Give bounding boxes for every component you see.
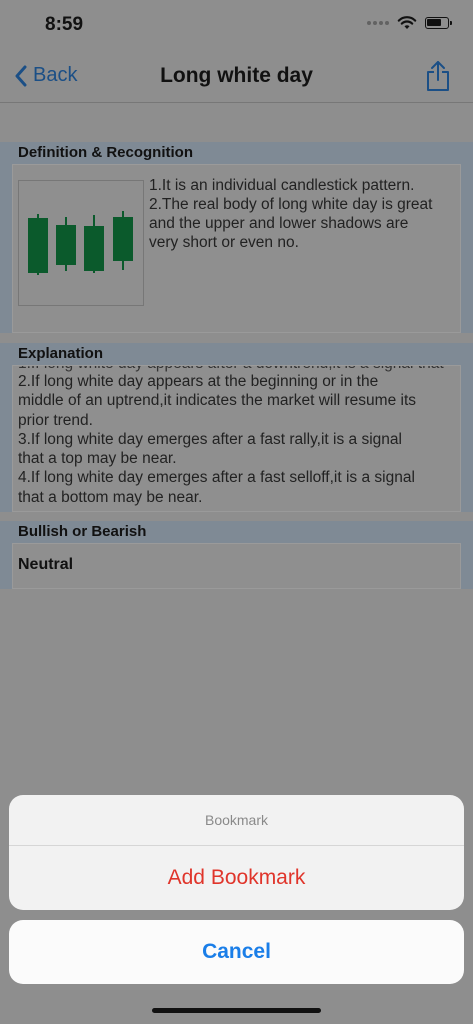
definition-header: Definition & Recognition <box>18 144 193 161</box>
definition-line: 1.It is an individual candlestick patter… <box>149 177 415 194</box>
explanation-line: 3.If long white day emerges after a fast… <box>18 430 402 448</box>
status-time: 8:59 <box>45 14 84 35</box>
explanation-line: 2.If long white day appears at the begin… <box>18 373 379 390</box>
signal-icon <box>367 21 389 25</box>
definition-line: 2.The real body of long white day is gre… <box>149 196 433 213</box>
explanation-section: Explanation 1.If long white day appears … <box>0 343 473 512</box>
bookmark-action-sheet: Bookmark Add Bookmark <box>9 795 464 910</box>
definition-line: very short or even no. <box>149 234 299 251</box>
add-bookmark-button[interactable]: Add Bookmark <box>9 846 464 910</box>
explanation-line: that a top may be near. <box>18 450 177 468</box>
share-button[interactable] <box>425 60 451 97</box>
definition-body: 1.It is an individual candlestick patter… <box>12 164 461 333</box>
candlestick-image <box>18 180 144 306</box>
wifi-icon <box>397 16 417 29</box>
explanation-line: that a bottom may be near. <box>18 488 203 506</box>
battery-icon <box>425 17 452 29</box>
definition-text: 1.It is an individual candlestick patter… <box>149 176 454 252</box>
candlestick-pattern-graphic <box>28 211 133 275</box>
status-icons <box>367 16 452 30</box>
navigation-bar: Back Long white day <box>0 50 473 103</box>
action-sheet-title: Bookmark <box>9 795 464 846</box>
cancel-button[interactable]: Cancel <box>9 920 464 984</box>
explanation-body[interactable]: 1.If long white day appears after a down… <box>12 365 461 512</box>
sentiment-value: Neutral <box>18 556 74 573</box>
definition-section: Definition & Recognition 1.It is an indi… <box>0 142 473 333</box>
explanation-text: 2.If long white day appears at the begin… <box>18 372 454 507</box>
home-indicator <box>152 1008 321 1013</box>
explanation-line: middle of an uptrend,it indicates the ma… <box>18 392 417 410</box>
bullish-bearish-header: Bullish or Bearish <box>18 523 147 540</box>
bullish-bearish-section: Bullish or Bearish Neutral <box>0 521 473 589</box>
explanation-line: 4.If long white day emerges after a fast… <box>18 469 415 487</box>
explanation-header: Explanation <box>18 345 104 362</box>
page-title: Long white day <box>160 64 313 87</box>
explanation-line: prior trend. <box>18 411 93 429</box>
bullish-bearish-body: Neutral <box>12 543 461 589</box>
status-bar: 8:59 <box>0 0 473 50</box>
definition-line: and the upper and lower shadows are <box>149 215 409 232</box>
share-icon <box>427 61 449 91</box>
